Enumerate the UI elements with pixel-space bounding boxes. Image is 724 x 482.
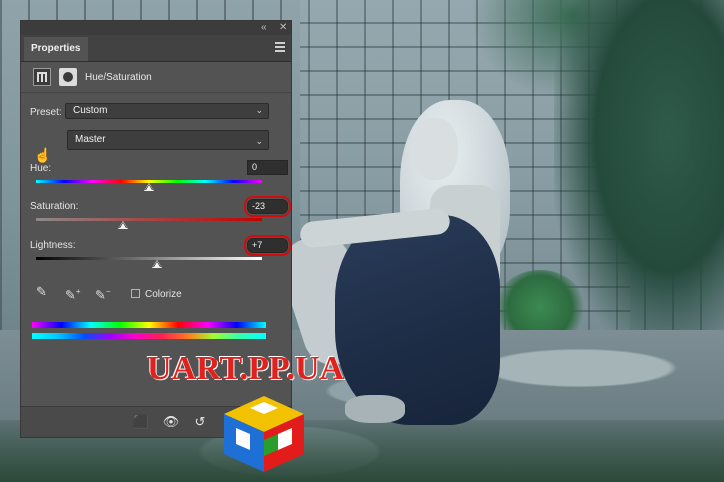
lightness-slider-thumb[interactable]	[151, 260, 162, 268]
close-icon[interactable]: ✕	[279, 22, 287, 34]
collapse-icon[interactable]: «	[261, 22, 267, 34]
preset-dropdown[interactable]: Custom ⌄	[65, 103, 269, 119]
saturation-label: Saturation:	[30, 201, 79, 212]
reset-icon[interactable]: ↺	[191, 413, 209, 431]
colorize-label: Colorize	[145, 289, 182, 300]
hue-saturation-grid-icon[interactable]	[33, 68, 51, 86]
result-color-spectrum	[32, 333, 266, 339]
lightness-value-field[interactable]: +7	[244, 235, 291, 256]
hue-label: Hue:	[30, 163, 52, 174]
hue-slider-thumb[interactable]	[144, 183, 154, 191]
tab-properties[interactable]: Properties	[24, 37, 88, 61]
channel-dropdown[interactable]: Master ⌄	[67, 130, 269, 150]
saturation-slider-track[interactable]	[36, 218, 262, 221]
lightness-slider-track[interactable]	[36, 257, 262, 260]
adjustment-title: Hue/Saturation	[85, 72, 152, 83]
channel-value: Master	[75, 134, 106, 145]
chevron-down-icon: ⌄	[255, 136, 263, 146]
watermark-logo: UART.PP.UA	[147, 350, 345, 387]
cube-logo	[224, 396, 304, 472]
eyedropper-subtract-icon[interactable]: ✎−	[95, 284, 111, 302]
menu-icon[interactable]	[275, 42, 285, 52]
source-color-spectrum	[32, 322, 266, 328]
saturation-value-field[interactable]: -23	[244, 196, 291, 217]
layer-mask-icon[interactable]	[59, 68, 77, 86]
chevron-down-icon: ⌄	[255, 105, 263, 115]
adjustment-header: Hue/Saturation	[21, 62, 291, 93]
panel-header-strip: « ✕	[21, 21, 291, 35]
eyedropper-add-icon[interactable]: ✎+	[65, 284, 81, 302]
clip-to-layer-icon[interactable]: ⬛	[132, 413, 150, 431]
saturation-slider-thumb[interactable]	[118, 221, 128, 229]
eyedropper-icon[interactable]: ✎	[36, 284, 52, 300]
hue-value-field[interactable]: 0	[247, 160, 288, 175]
girl-shoe	[345, 395, 405, 423]
preset-value: Custom	[73, 105, 108, 116]
girl-face	[412, 118, 458, 180]
visibility-icon[interactable]: 👁	[162, 413, 180, 431]
colorize-checkbox[interactable]	[131, 289, 140, 298]
panel-tab-bar: Properties	[21, 35, 291, 62]
lightness-label: Lightness:	[30, 240, 76, 251]
preset-label: Preset:	[30, 107, 62, 118]
girl-dress	[335, 215, 500, 425]
hand-adjust-icon[interactable]: ☝	[34, 147, 51, 164]
